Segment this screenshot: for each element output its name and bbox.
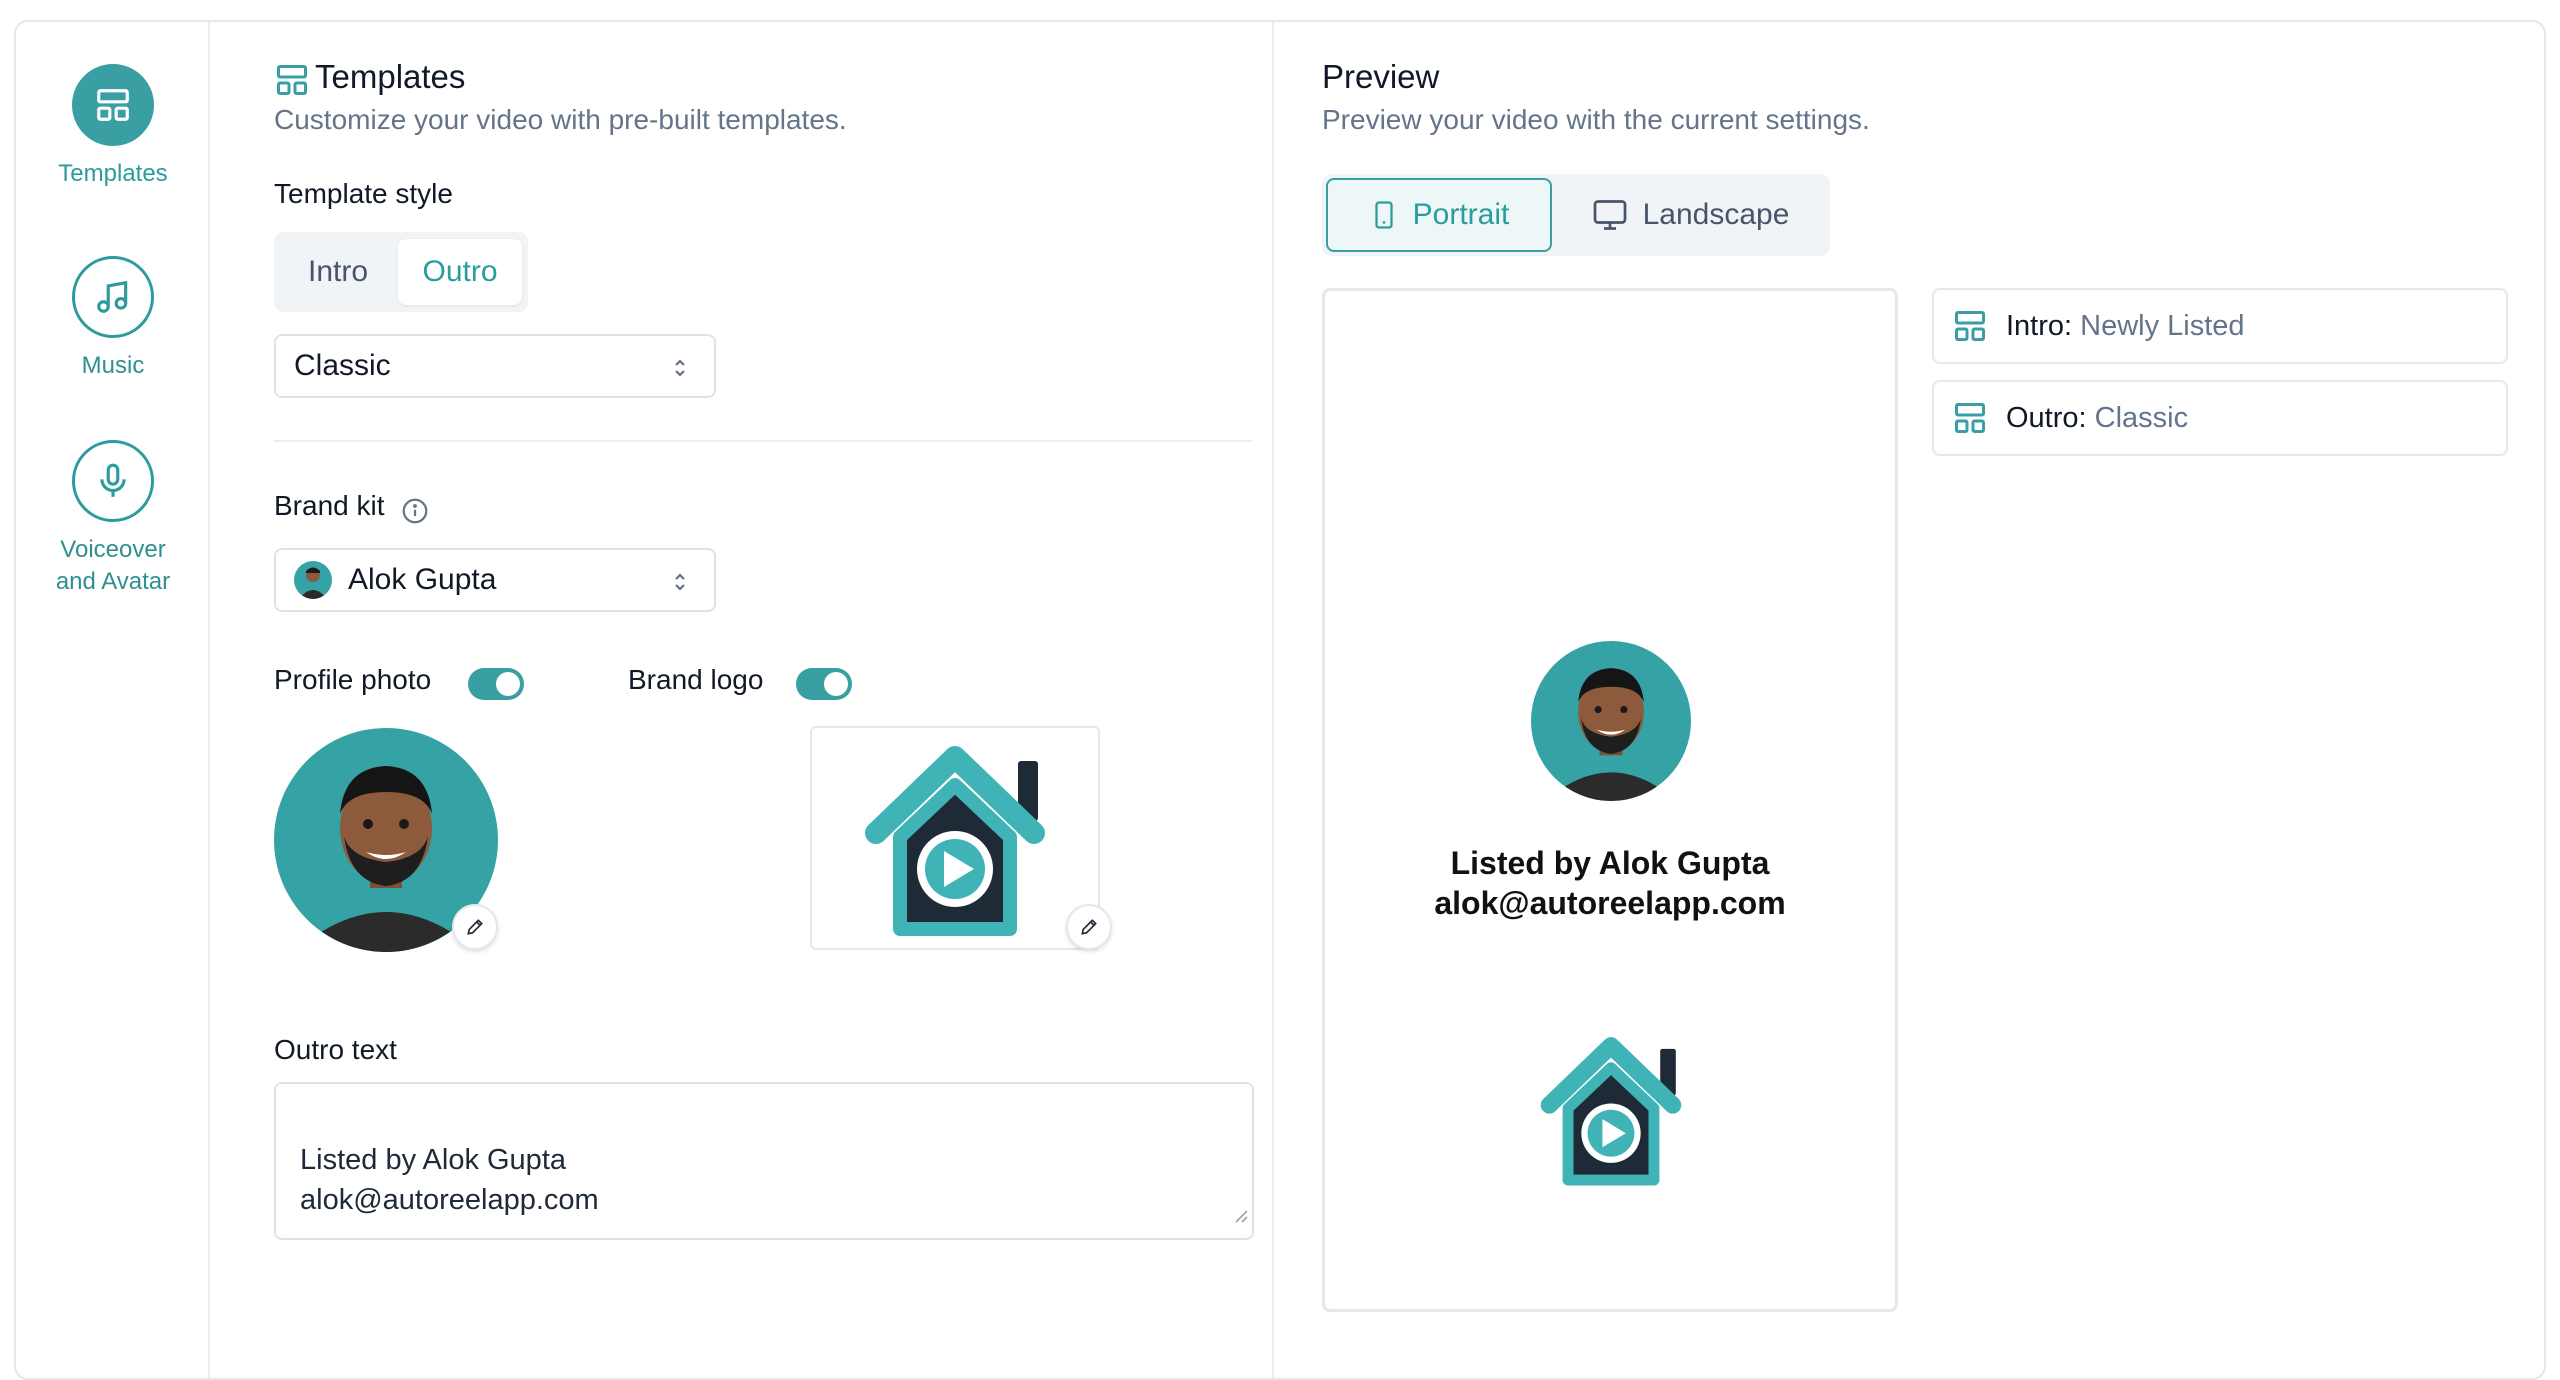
portrait-label: Portrait (1412, 198, 1510, 231)
intro-card-key: Intro: (2006, 309, 2073, 342)
orientation-toggle: Portrait Landscape (1322, 174, 1830, 256)
templates-panel: Templates Customize your video with pre-… (212, 22, 1274, 1378)
sidebar-item-label: Music (81, 352, 145, 379)
chevron-up-down-icon (670, 568, 690, 604)
preview-text-line: alok@autoreelapp.com (1434, 885, 1786, 921)
landscape-button[interactable]: Landscape (1560, 178, 1820, 252)
app-window: Templates Music Voiceover and Avatar Tem… (14, 20, 2546, 1380)
intro-card-value: Newly Listed (2080, 309, 2245, 342)
outro-card-key: Outro: (2006, 401, 2087, 434)
sidebar-item-label: Templates (58, 160, 168, 187)
sidebar-item-voiceover[interactable]: Voiceover and Avatar (16, 440, 210, 598)
intro-template-card[interactable]: Intro: Newly Listed (1932, 288, 2508, 364)
layout-icon (72, 64, 154, 146)
template-style-toggle: Intro Outro (274, 232, 528, 312)
section-divider (274, 440, 1252, 442)
landscape-label: Landscape (1642, 198, 1790, 231)
sidebar: Templates Music Voiceover and Avatar (16, 22, 210, 1378)
panel-title: Templates (315, 58, 466, 95)
sidebar-item-templates[interactable]: Templates (16, 64, 210, 190)
smartphone-icon (1369, 197, 1399, 233)
microphone-icon (72, 440, 154, 522)
preview-subtitle: Preview your video with the current sett… (1322, 104, 1870, 135)
brand-kit-value: Alok Gupta (348, 563, 497, 596)
panel-subtitle: Customize your video with pre-built temp… (274, 104, 847, 135)
layout-icon (1952, 400, 1988, 436)
info-icon[interactable] (400, 496, 430, 531)
layout-icon (1952, 308, 1988, 344)
video-preview-frame: Listed by Alok Gupta alok@autoreelapp.co… (1322, 288, 1898, 1312)
outro-text-field[interactable]: Listed by Alok Gupta alok@autoreelapp.co… (274, 1082, 1254, 1240)
outro-text-value: Listed by Alok Gupta alok@autoreelapp.co… (300, 1144, 599, 1216)
brand-logo-label: Brand logo (628, 664, 764, 695)
brand-kit-label: Brand kit (274, 490, 385, 521)
tab-outro[interactable]: Outro (398, 239, 522, 305)
chevron-up-down-icon (670, 354, 690, 390)
outro-template-card[interactable]: Outro: Classic (1932, 380, 2508, 456)
monitor-icon (1591, 197, 1629, 233)
edit-brand-logo-button[interactable] (1066, 904, 1112, 950)
brand-kit-select[interactable]: Alok Gupta (274, 548, 716, 612)
sidebar-item-music[interactable]: Music (16, 256, 210, 382)
profile-photo-toggle[interactable] (468, 668, 524, 700)
preview-brand-logo (1521, 1027, 1701, 1196)
preview-title: Preview (1322, 58, 1440, 95)
preview-profile-photo (1531, 641, 1691, 801)
sidebar-item-label: Voiceover and Avatar (55, 536, 171, 595)
brand-logo-toggle[interactable] (796, 668, 852, 700)
template-select-value: Classic (294, 349, 391, 382)
profile-photo-label: Profile photo (274, 664, 432, 695)
template-select[interactable]: Classic (274, 334, 716, 398)
outro-text-label: Outro text (274, 1034, 397, 1065)
portrait-button[interactable]: Portrait (1326, 178, 1552, 252)
layout-icon (274, 62, 310, 103)
edit-profile-photo-button[interactable] (452, 904, 498, 950)
preview-text-line: Listed by Alok Gupta (1450, 845, 1770, 881)
template-style-label: Template style (274, 178, 453, 209)
outro-card-value: Classic (2094, 401, 2189, 434)
brand-logo (810, 726, 1100, 950)
tab-intro[interactable]: Intro (281, 239, 395, 305)
preview-outro-text: Listed by Alok Gupta alok@autoreelapp.co… (1325, 843, 1895, 923)
resize-handle-icon[interactable] (1232, 1154, 1248, 1234)
music-note-icon (72, 256, 154, 338)
avatar (294, 561, 332, 599)
